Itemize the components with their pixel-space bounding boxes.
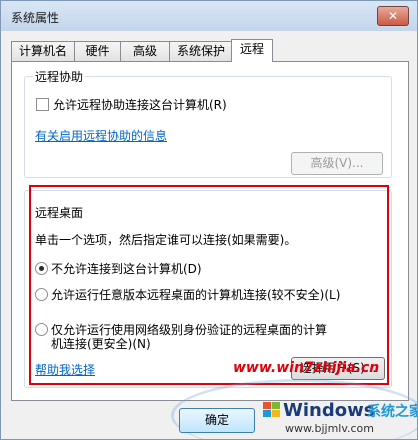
watermark-cn-text: 系统之家 (367, 404, 418, 420)
allow-remote-assistance-label[interactable]: 允许远程协助连接这台计算机(R) (53, 96, 227, 113)
ok-button[interactable]: 确定 (179, 408, 255, 433)
tab-hardware[interactable]: 硬件 (74, 41, 121, 61)
system-properties-window: 系统属性 ✕ 计算机名 硬件 高级 系统保护 远程 远程协助 允许远程协助连接这… (0, 0, 418, 440)
tab-remote[interactable]: 远程 (231, 39, 273, 62)
tab-advanced[interactable]: 高级 (120, 41, 170, 61)
remote-assistance-legend: 远程协助 (33, 68, 86, 85)
tab-computer-name[interactable]: 计算机名 (11, 41, 75, 61)
window-title: 系统属性 (11, 11, 60, 25)
windows-logo-icon (263, 402, 281, 418)
allow-remote-assistance-checkbox[interactable] (36, 98, 49, 111)
remote-assistance-group: 远程协助 允许远程协助连接这台计算机(R) 有关启用远程协助的信息 高级(V).… (24, 68, 392, 178)
tab-system-protection[interactable]: 系统保护 (169, 41, 233, 61)
title-bar[interactable]: 系统属性 ✕ (1, 1, 417, 31)
remote-assistance-info-link[interactable]: 有关启用远程协助的信息 (35, 127, 167, 144)
watermark-windows-text: Windows (283, 400, 375, 421)
highlight-box (29, 185, 389, 385)
remote-assistance-advanced-button[interactable]: 高级(V)... (291, 152, 383, 175)
watermark-site: www.win7zhijia.cn (233, 360, 380, 376)
watermark-url: www.bjjmlv.com (285, 422, 374, 435)
close-button[interactable]: ✕ (377, 6, 409, 26)
